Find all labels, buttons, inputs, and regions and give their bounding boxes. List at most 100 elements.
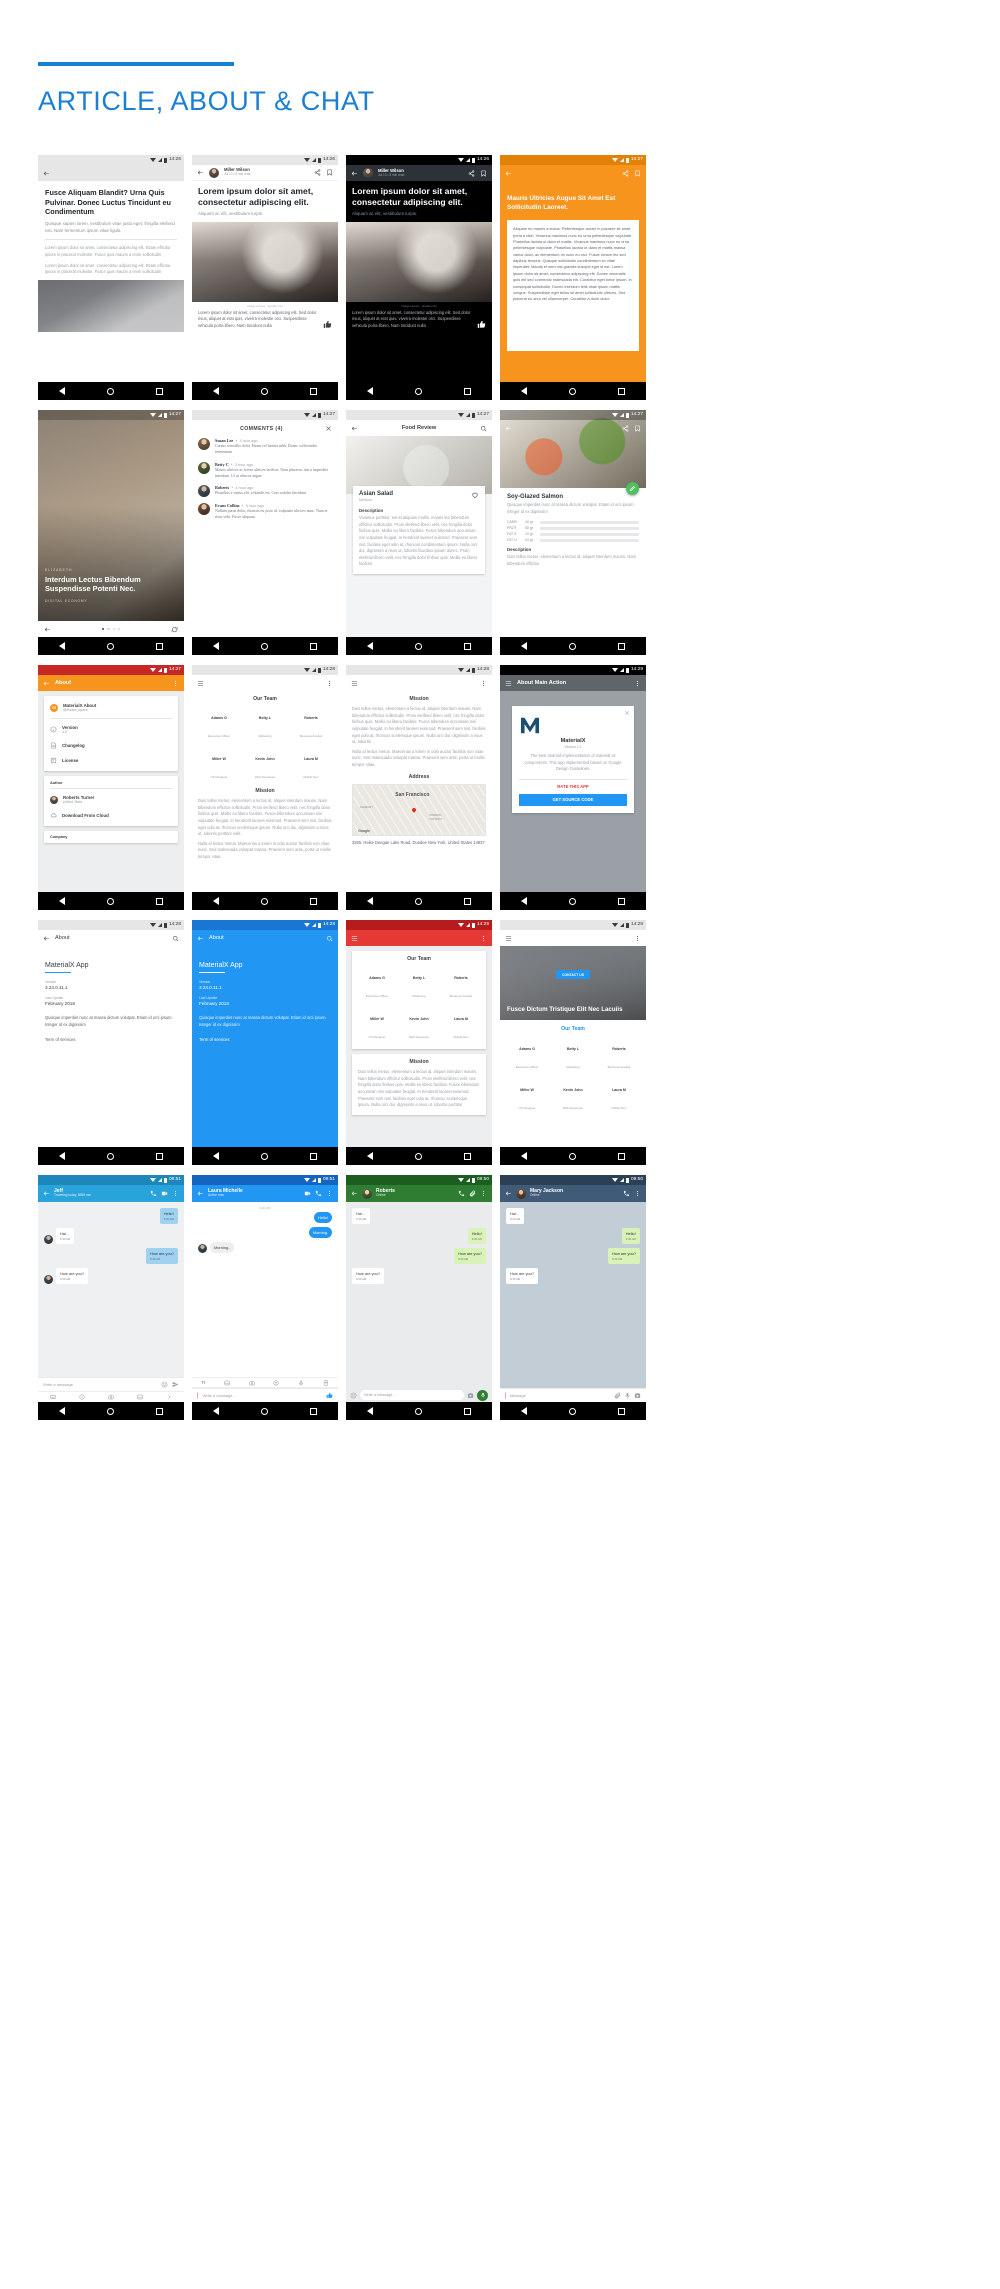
camera-icon[interactable]	[467, 1392, 474, 1399]
back-icon[interactable]	[505, 170, 512, 177]
chat-input-placeholder[interactable]: Message	[510, 1393, 526, 1398]
chat-input-bar[interactable]: Write a message...	[346, 1388, 492, 1402]
back-icon[interactable]	[43, 935, 50, 942]
microphone-button[interactable]	[477, 1389, 488, 1401]
nav-back-icon[interactable]	[367, 1152, 373, 1160]
nav-home-icon[interactable]	[569, 897, 576, 905]
edit-fab[interactable]	[626, 482, 639, 495]
chat-input-placeholder[interactable]: Write a message...	[203, 1393, 236, 1398]
android-nav-bar[interactable]	[38, 382, 184, 400]
chat-bubble[interactable]: Hai... 9:30 AM	[56, 1228, 75, 1244]
nav-back-icon[interactable]	[521, 642, 527, 650]
chat-bubble[interactable]: Hello! 9:30 AM	[621, 1228, 640, 1244]
back-icon[interactable]	[351, 1190, 358, 1197]
nav-back-icon[interactable]	[521, 1152, 527, 1160]
thumbs-up-icon[interactable]	[477, 320, 486, 329]
phone-icon[interactable]	[623, 1190, 630, 1197]
terms-link[interactable]: Term of services	[199, 1037, 331, 1042]
search-icon[interactable]	[326, 935, 333, 942]
android-nav-bar[interactable]	[38, 1147, 184, 1165]
chat-bubble[interactable]: Hai... 9:30 AM	[506, 1208, 525, 1224]
chat-bubble[interactable]: Hello! 9:30 AM	[467, 1228, 486, 1244]
emoji-icon[interactable]	[161, 1381, 168, 1388]
overflow-menu-icon[interactable]	[634, 1190, 641, 1197]
bookmark-icon[interactable]	[634, 425, 641, 432]
chat-input-placeholder[interactable]: Write a message	[43, 1382, 73, 1387]
about-list-item[interactable]: License	[44, 753, 178, 768]
back-icon[interactable]	[351, 425, 358, 432]
chat-bubble[interactable]: How are you? 9:30 AM	[506, 1268, 539, 1284]
rate-app-button[interactable]: RATE THIS APP	[519, 784, 627, 789]
nav-home-icon[interactable]	[107, 1152, 114, 1160]
nav-back-icon[interactable]	[521, 897, 527, 905]
android-nav-bar[interactable]	[500, 1147, 646, 1165]
team-member[interactable]: Adams G Executive Officer	[357, 966, 397, 1002]
image-icon[interactable]	[224, 1380, 230, 1386]
about-list-item[interactable]: Version 4.0	[44, 721, 178, 738]
chat-bubble[interactable]: How are you? 9:30 AM	[352, 1268, 385, 1284]
nav-home-icon[interactable]	[415, 1152, 422, 1160]
nav-back-icon[interactable]	[367, 897, 373, 905]
nav-home-icon[interactable]	[415, 387, 422, 395]
team-member[interactable]: Roberts Business Analyst	[289, 706, 333, 742]
contact-us-button[interactable]: CONTACT US	[556, 970, 590, 980]
page-dots[interactable]	[101, 627, 121, 631]
emoji-icon[interactable]	[273, 1380, 279, 1386]
close-icon[interactable]	[624, 710, 630, 716]
get-source-code-button[interactable]: GET SOURCE CODE	[519, 793, 627, 806]
nav-recents-icon[interactable]	[156, 897, 163, 905]
nav-home-icon[interactable]	[107, 897, 114, 905]
nav-recents-icon[interactable]	[464, 1407, 471, 1415]
gif-icon[interactable]	[79, 1394, 85, 1400]
nav-back-icon[interactable]	[59, 897, 65, 905]
author-avatar[interactable]	[209, 167, 219, 178]
bookmark-icon[interactable]	[326, 169, 333, 176]
android-nav-bar[interactable]	[346, 1147, 492, 1165]
back-icon[interactable]	[505, 1190, 512, 1197]
android-nav-bar[interactable]	[38, 892, 184, 910]
back-icon[interactable]	[43, 1190, 50, 1197]
team-member[interactable]: Roberts Business Analyst	[597, 1037, 641, 1073]
nav-back-icon[interactable]	[367, 387, 373, 395]
favorite-heart-icon[interactable]	[471, 491, 479, 499]
overflow-menu-icon[interactable]	[634, 935, 641, 942]
nav-home-icon[interactable]	[415, 1407, 422, 1415]
camera-icon[interactable]	[108, 1394, 114, 1400]
overflow-menu-icon[interactable]	[480, 680, 487, 687]
about-list-item[interactable]: Changelog	[44, 738, 178, 753]
phone-icon[interactable]	[315, 1190, 322, 1197]
nav-back-icon[interactable]	[213, 897, 219, 905]
back-icon[interactable]	[197, 169, 204, 176]
map-view[interactable]: San Francisco ASHBURY MISSION DISTRICT Go…	[352, 783, 486, 836]
nav-back-icon[interactable]	[59, 1152, 65, 1160]
nav-recents-icon[interactable]	[618, 1407, 625, 1415]
team-member[interactable]: Laura M Mobile Dev	[289, 747, 333, 783]
nav-home-icon[interactable]	[569, 387, 576, 395]
contact-avatar[interactable]	[516, 1188, 526, 1199]
team-member[interactable]: Miller W UX Designer	[357, 1007, 397, 1043]
nav-recents-icon[interactable]	[464, 387, 471, 395]
nav-back-icon[interactable]	[213, 387, 219, 395]
team-member[interactable]: Miller W UX Designer	[505, 1078, 549, 1114]
download-row[interactable]: Download From Cloud	[44, 808, 178, 823]
team-member[interactable]: Betty L Marketing	[243, 706, 287, 742]
android-nav-bar[interactable]	[500, 637, 646, 655]
back-icon[interactable]	[197, 935, 204, 942]
team-member[interactable]: Betty L Marketing	[399, 966, 439, 1002]
nav-home-icon[interactable]	[261, 1407, 268, 1415]
chat-bubble[interactable]: How are you? 9:30 AM	[56, 1268, 89, 1284]
nav-home-icon[interactable]	[107, 1407, 114, 1415]
chat-bubble[interactable]: Hello! 9:30 AM	[159, 1208, 178, 1224]
android-nav-bar[interactable]	[346, 1402, 492, 1420]
nav-recents-icon[interactable]	[156, 387, 163, 395]
nav-back-icon[interactable]	[59, 642, 65, 650]
team-member[interactable]: Kevin John Web Developer	[243, 747, 287, 783]
android-nav-bar[interactable]	[500, 1402, 646, 1420]
hamburger-menu-icon[interactable]	[505, 935, 512, 942]
chat-bubble[interactable]: How are you? 9:30 AM	[453, 1248, 486, 1264]
nav-back-icon[interactable]	[367, 642, 373, 650]
android-nav-bar[interactable]	[500, 382, 646, 400]
nav-recents-icon[interactable]	[618, 1152, 625, 1160]
share-icon[interactable]	[622, 424, 629, 432]
nav-back-icon[interactable]	[59, 387, 65, 395]
